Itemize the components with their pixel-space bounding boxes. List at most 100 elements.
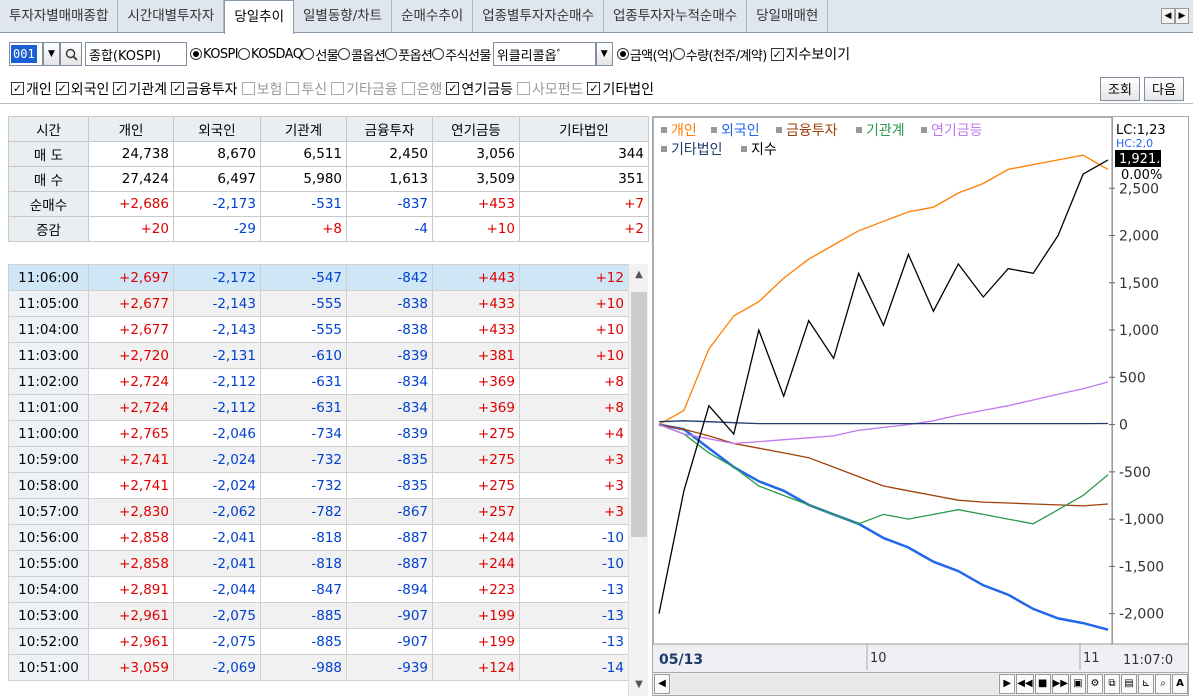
summary-cell: +7: [519, 191, 649, 217]
chart-scroll-track[interactable]: [671, 674, 999, 694]
time-cell: 10:58:00: [8, 472, 89, 499]
table-row[interactable]: 10:53:00 +2,961 -2,075 -885 -907 +199 -13: [8, 602, 629, 629]
table-row[interactable]: 11:00:00 +2,765 -2,046 -734 -839 +275 +4: [8, 420, 629, 447]
tab-1[interactable]: 시간대별투자자: [118, 0, 225, 32]
scroll-up-icon[interactable]: ▲: [629, 264, 649, 286]
value-cell: -13: [519, 628, 629, 655]
table-row[interactable]: 10:57:00 +2,830 -2,062 -782 -867 +257 +3: [8, 498, 629, 525]
search-icon[interactable]: [60, 42, 82, 66]
table-row[interactable]: 10:56:00 +2,858 -2,041 -818 -887 +244 -10: [8, 524, 629, 551]
value-cell: +2,720: [88, 342, 174, 369]
unit-radio-1[interactable]: 수량(천주/계약): [672, 45, 767, 64]
stock-code-field[interactable]: 001: [9, 42, 43, 66]
chart-layout-icon[interactable]: ⧉: [1104, 674, 1120, 694]
chart-window-icon[interactable]: ▣: [1070, 674, 1086, 694]
summary-row: 순매수 +2,686 -2,173 -531 -837 +453 +7: [8, 191, 649, 217]
zoom-icon[interactable]: ⌕: [1155, 674, 1171, 694]
weekly-option-select[interactable]: 위클리콜옵ﾞ: [492, 42, 596, 66]
filter-checkbox-3[interactable]: ✓ 금융투자: [171, 79, 238, 99]
filter-checkbox-9[interactable]: 사모펀드: [516, 79, 583, 99]
plot-frame: [653, 117, 1113, 672]
table-row[interactable]: 11:04:00 +2,677 -2,143 -555 -838 +433 +10: [8, 316, 629, 343]
table-row[interactable]: 11:03:00 +2,720 -2,131 -610 -839 +381 +10: [8, 342, 629, 369]
market-radio-5[interactable]: 주식선물: [432, 45, 491, 64]
query-button[interactable]: 조회: [1100, 76, 1140, 101]
rewind-icon[interactable]: ◀◀: [1016, 674, 1034, 694]
table-scrollbar[interactable]: ▲ ▼: [628, 264, 648, 696]
y-tick-label: 500: [1119, 370, 1146, 386]
trend-chart[interactable]: 2,500 2,000 1,500 1,000 500 0 -500 -1,000 -1,500…: [652, 116, 1189, 696]
value-cell: +381: [432, 342, 520, 369]
weekly-dropdown-chevron-icon[interactable]: ▼: [595, 42, 613, 66]
filter-checkbox-5[interactable]: 투신: [286, 79, 327, 99]
filter-label: 외국인: [70, 81, 110, 98]
filter-checkbox-7[interactable]: 은행: [401, 79, 442, 99]
filter-checkbox-10[interactable]: ✓ 기타법인: [587, 79, 654, 99]
tab-0[interactable]: 투자자별매매종합: [0, 0, 119, 32]
market-radio-2[interactable]: 선물: [302, 45, 339, 64]
market-radio-4[interactable]: 풋옵션: [385, 45, 433, 64]
market-radio-3[interactable]: 콜옵션: [338, 45, 386, 64]
radio-icon: [190, 48, 202, 60]
value-cell: +3: [519, 472, 629, 499]
table-row[interactable]: 10:55:00 +2,858 -2,041 -818 -887 +244 -10: [8, 550, 629, 577]
filter-checkbox-1[interactable]: ✓ 외국인: [55, 79, 110, 99]
table-row[interactable]: 10:51:00 +3,059 -2,069 -988 -939 +124 -14: [8, 654, 629, 681]
tab-4[interactable]: 순매수추이: [392, 0, 474, 32]
summary-cell: -531: [260, 191, 347, 217]
chart-style-icon[interactable]: ▤: [1121, 674, 1137, 694]
filter-label: 개인: [26, 81, 52, 98]
series-line-1: [658, 423, 1109, 631]
play-icon[interactable]: ▶: [999, 674, 1016, 694]
tab-5[interactable]: 업종별투자자순매수: [473, 0, 604, 32]
crosshair-icon[interactable]: ⊾: [1138, 674, 1154, 694]
value-cell: +369: [432, 368, 520, 395]
value-cell: -782: [260, 498, 347, 525]
filter-checkbox-0[interactable]: ✓ 개인: [11, 79, 52, 99]
table-row[interactable]: 11:05:00 +2,677 -2,143 -555 -838 +433 +10: [8, 290, 629, 317]
tab-7[interactable]: 당일매매현: [747, 0, 829, 32]
filter-checkbox-4[interactable]: 보험: [241, 79, 282, 99]
stop-icon[interactable]: ■: [1034, 674, 1051, 694]
market-radio-1[interactable]: KOSDAQ: [237, 45, 303, 64]
tab-6[interactable]: 업종투자자누적순매수: [604, 0, 748, 32]
filter-checkbox-6[interactable]: 기타금융: [331, 79, 398, 99]
market-radio-0[interactable]: KOSPI: [190, 45, 239, 64]
table-row[interactable]: 10:58:00 +2,741 -2,024 -732 -835 +275 +3: [8, 472, 629, 499]
tab-left-arrow-icon[interactable]: ◀: [1161, 8, 1175, 24]
scroll-thumb[interactable]: [631, 292, 647, 537]
value-cell: -885: [260, 602, 347, 629]
table-row[interactable]: 10:54:00 +2,891 -2,044 -847 -894 +223 -13: [8, 576, 629, 603]
summary-table: 시간 개인 외국인 기관계 금융투자 연기금등 기타법인 매 도 24,738 8,670 6,5…: [8, 116, 649, 242]
value-cell: +2,891: [88, 576, 174, 603]
table-row[interactable]: 10:59:00 +2,741 -2,024 -732 -835 +275 +3: [8, 446, 629, 473]
table-row[interactable]: 11:06:00 +2,697 -2,172 -547 -842 +443 +12: [8, 264, 629, 291]
filter-checkbox-2[interactable]: ✓ 기관계: [113, 79, 167, 99]
value-cell: -2,041: [173, 524, 261, 551]
font-size-icon[interactable]: A: [1172, 674, 1188, 694]
summary-cell: +8: [260, 216, 347, 242]
fast-forward-icon[interactable]: ▶▶: [1051, 674, 1069, 694]
code-dropdown-chevron-icon[interactable]: ▼: [43, 42, 60, 66]
table-row[interactable]: 10:52:00 +2,961 -2,075 -885 -907 +199 -13: [8, 628, 629, 655]
value-cell: +275: [432, 472, 520, 499]
summary-cell: 344: [519, 141, 649, 167]
settings-gear-icon[interactable]: ⚙: [1087, 674, 1103, 694]
table-row[interactable]: 11:02:00 +2,724 -2,112 -631 -834 +369 +8: [8, 368, 629, 395]
tab-2[interactable]: 당일추이: [224, 0, 295, 34]
value-cell: -835: [346, 472, 433, 499]
value-cell: -610: [260, 342, 347, 369]
value-cell: +275: [432, 420, 520, 447]
chart-scroll-left-icon[interactable]: ◀: [654, 674, 670, 694]
tab-3[interactable]: 일별동향/차트: [294, 0, 393, 32]
table-row[interactable]: 11:01:00 +2,724 -2,112 -631 -834 +369 +8: [8, 394, 629, 421]
filter-checkbox-8[interactable]: ✓ 연기금등: [446, 79, 513, 99]
tab-right-arrow-icon[interactable]: ▶: [1175, 8, 1189, 24]
index-toggle-checkbox[interactable]: ✓ 지수보이기: [770, 44, 850, 64]
scroll-down-icon[interactable]: ▼: [629, 674, 649, 696]
time-cell: 11:01:00: [8, 394, 89, 421]
value-cell: +10: [519, 342, 629, 369]
lc-label: LC:1,23: [1116, 123, 1166, 138]
unit-radio-0[interactable]: 금액(억): [616, 45, 673, 64]
next-button[interactable]: 다음: [1144, 76, 1184, 101]
